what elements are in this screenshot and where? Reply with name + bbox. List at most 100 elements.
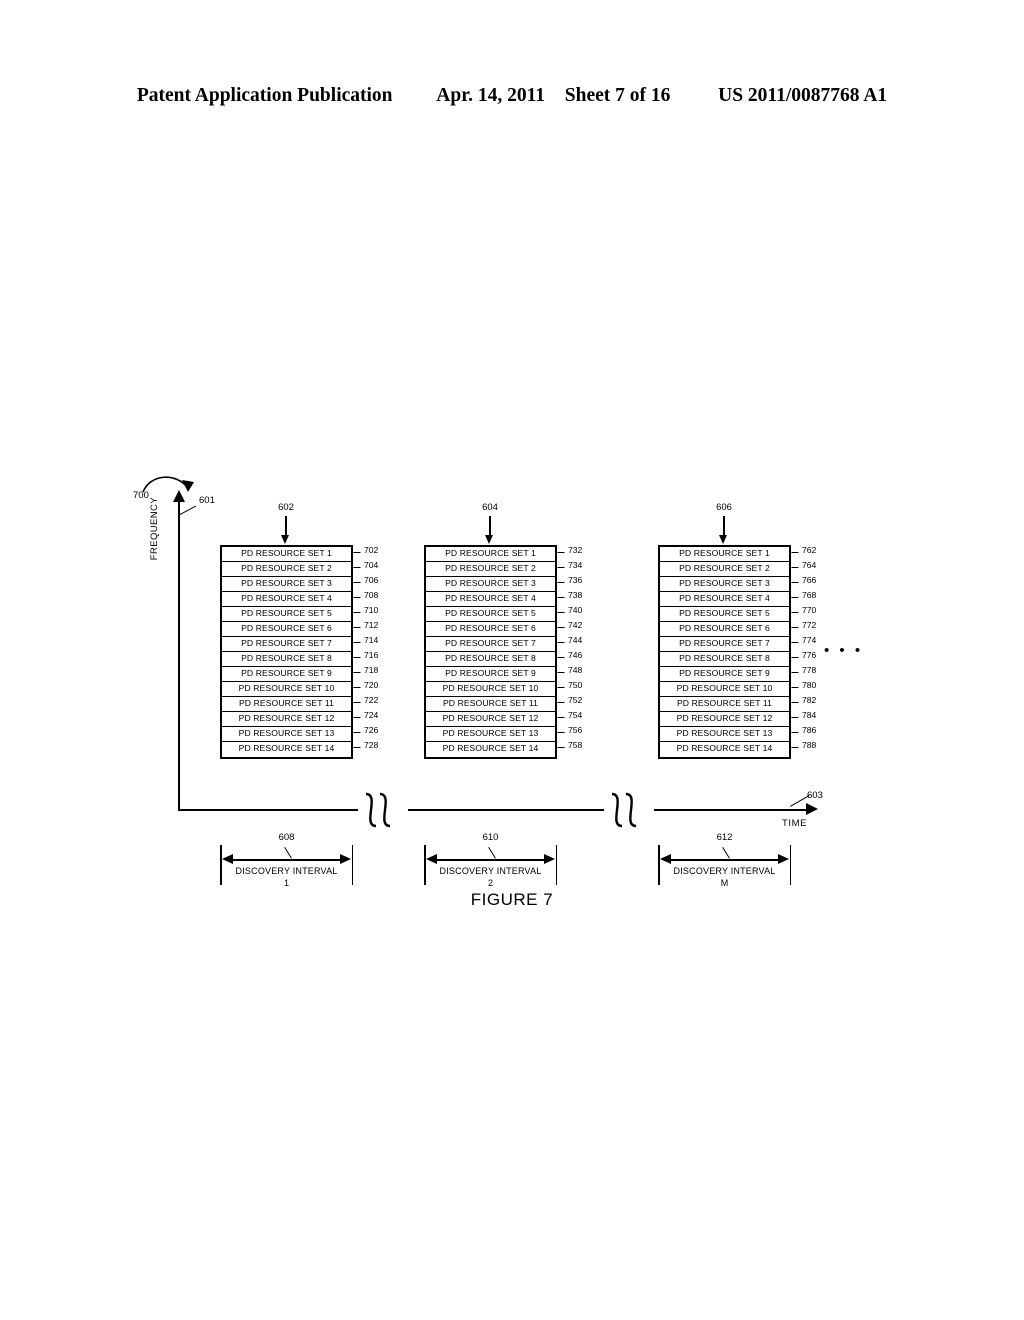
resource-set-ref-callout: 786 — [791, 723, 816, 738]
resource-set-row: PD RESOURCE SET 2 — [426, 562, 555, 577]
frequency-axis-leader-line — [178, 505, 197, 516]
resource-set-ref-callout: 764 — [791, 558, 817, 573]
resource-set-row: PD RESOURCE SET 9 — [222, 667, 351, 682]
interval-label: DISCOVERY INTERVAL — [439, 866, 542, 876]
resource-set-ref-number: 720 — [364, 680, 379, 690]
resource-set-label: PD RESOURCE SET 2 — [241, 563, 332, 573]
resource-set-label: PD RESOURCE SET 11 — [676, 698, 773, 708]
time-axis-arrowhead — [806, 803, 818, 815]
resource-set-ref-callout: 722 — [353, 693, 379, 708]
resource-set-ref-number: 728 — [364, 740, 379, 750]
resource-set-row: PD RESOURCE SET 10 — [660, 682, 789, 697]
resource-set-ref-number: 742 — [568, 620, 583, 630]
column-pointer-arrowhead-1 — [281, 535, 289, 544]
column-ref-602: 602 — [278, 502, 294, 513]
resource-set-row: PD RESOURCE SET 1 — [660, 547, 789, 562]
resource-set-row: PD RESOURCE SET 10 — [426, 682, 555, 697]
resource-set-ref-number: 734 — [568, 560, 583, 570]
frequency-axis-label: FREQUENCY — [149, 497, 160, 561]
resource-set-label: PD RESOURCE SET 5 — [445, 608, 536, 618]
resource-set-label: PD RESOURCE SET 11 — [442, 698, 539, 708]
resource-set-ref-callout: 732 — [557, 543, 583, 558]
resource-set-label: PD RESOURCE SET 13 — [442, 728, 539, 738]
resource-set-ref-number: 732 — [568, 545, 583, 555]
resource-set-ref-callout: 712 — [353, 618, 378, 633]
resource-set-ref-callout: 776 — [791, 648, 816, 663]
resource-set-label: PD RESOURCE SET 6 — [679, 623, 770, 633]
resource-set-row: PD RESOURCE SET 12 — [222, 712, 351, 727]
resource-set-table: PD RESOURCE SET 1 PD RESOURCE SET 2 PD RES… — [220, 545, 353, 759]
resource-set-ref-number: 752 — [568, 695, 583, 705]
column-ref-606: 606 — [716, 502, 732, 513]
resource-set-ref-number: 764 — [802, 560, 817, 570]
resource-set-ref-number: 746 — [568, 650, 583, 660]
resource-set-label: PD RESOURCE SET 14 — [442, 743, 539, 753]
resource-set-ref-number: 722 — [364, 695, 379, 705]
resource-set-ref-callout: 766 — [791, 573, 817, 588]
column-ref-604: 604 — [482, 502, 498, 513]
resource-set-ref-callout: 772 — [791, 618, 817, 633]
resource-set-row: PD RESOURCE SET 2 — [222, 562, 351, 577]
interval-ref-number: 608 — [278, 832, 295, 843]
resource-set-row: PD RESOURCE SET 4 — [426, 592, 555, 607]
resource-set-label: PD RESOURCE SET 5 — [679, 608, 770, 618]
diagram-ref-700: 700 — [133, 490, 149, 501]
resource-set-ref-callout: 740 — [557, 603, 583, 618]
resource-set-table: PD RESOURCE SET 1 PD RESOURCE SET 2 PD RES… — [424, 545, 557, 759]
interval-arrowhead-left — [660, 854, 671, 864]
interval-span-line — [430, 859, 551, 861]
figure-7-diagram: FREQUENCY 700 601 TIME 603 602 604 606 7… — [0, 0, 1024, 1320]
interval-arrowhead-right — [778, 854, 789, 864]
resource-set-ref-number: 784 — [802, 710, 817, 720]
resource-set-ref-callout: 784 — [791, 708, 817, 723]
resource-set-ref-number: 710 — [364, 605, 379, 615]
interval-index: 1 — [283, 878, 289, 888]
interval-leader-line — [487, 847, 496, 859]
resource-set-ref-callout: 702 — [353, 543, 379, 558]
resource-set-ref-number: 738 — [568, 590, 583, 600]
resource-set-row: PD RESOURCE SET 6 — [426, 622, 555, 637]
interval-span-line — [226, 859, 347, 861]
interval-ref-number: 610 — [482, 832, 499, 843]
axis-break-symbol-2-icon — [604, 792, 654, 828]
resource-set-ref-number: 782 — [802, 695, 817, 705]
resource-set-ref-callout: 750 — [557, 678, 583, 693]
resource-set-ref-number: 744 — [568, 635, 583, 645]
resource-set-row: PD RESOURCE SET 3 — [426, 577, 555, 592]
resource-set-ref-number: 750 — [568, 680, 583, 690]
resource-set-label: PD RESOURCE SET 3 — [445, 578, 536, 588]
resource-set-ref-callout: 714 — [353, 633, 378, 648]
resource-set-ref-callout: 748 — [557, 663, 582, 678]
resource-set-ref-number: 754 — [568, 710, 583, 720]
resource-set-row: PD RESOURCE SET 12 — [660, 712, 789, 727]
resource-set-row: PD RESOURCE SET 9 — [660, 667, 789, 682]
resource-set-ref-number: 716 — [364, 650, 379, 660]
resource-set-row: PD RESOURCE SET 3 — [660, 577, 789, 592]
resource-set-ref-number: 702 — [364, 545, 379, 555]
resource-set-ref-number: 704 — [364, 560, 379, 570]
resource-set-row: PD RESOURCE SET 7 — [222, 637, 351, 652]
resource-set-ref-number: 740 — [568, 605, 583, 615]
resource-set-ref-number: 788 — [802, 740, 817, 750]
resource-set-ref-callout: 724 — [353, 708, 378, 723]
resource-set-ref-number: 766 — [802, 575, 817, 585]
resource-set-ref-callout: 726 — [353, 723, 379, 738]
resource-set-row: PD RESOURCE SET 13 — [660, 727, 789, 742]
resource-set-ref-number: 726 — [364, 725, 379, 735]
resource-set-ref-number: 772 — [802, 620, 817, 630]
interval-label: DISCOVERY INTERVAL — [673, 866, 776, 876]
resource-set-label: PD RESOURCE SET 13 — [238, 728, 335, 738]
resource-set-row: PD RESOURCE SET 8 — [222, 652, 351, 667]
resource-set-ref-callout: 788 — [791, 738, 817, 753]
resource-set-row: PD RESOURCE SET 1 — [426, 547, 555, 562]
resource-set-ref-callout: 734 — [557, 558, 583, 573]
resource-set-table: PD RESOURCE SET 1 PD RESOURCE SET 2 PD RES… — [658, 545, 791, 759]
resource-set-label: PD RESOURCE SET 1 — [679, 548, 770, 558]
resource-set-label: PD RESOURCE SET 7 — [445, 638, 536, 648]
ellipsis-indicator: • • • — [824, 642, 864, 659]
resource-set-label: PD RESOURCE SET 12 — [238, 713, 335, 723]
resource-set-label: PD RESOURCE SET 9 — [241, 668, 332, 678]
resource-set-ref-callout: 706 — [353, 573, 378, 588]
resource-set-label: PD RESOURCE SET 14 — [676, 743, 773, 753]
interval-ref-number: 612 — [716, 832, 733, 843]
